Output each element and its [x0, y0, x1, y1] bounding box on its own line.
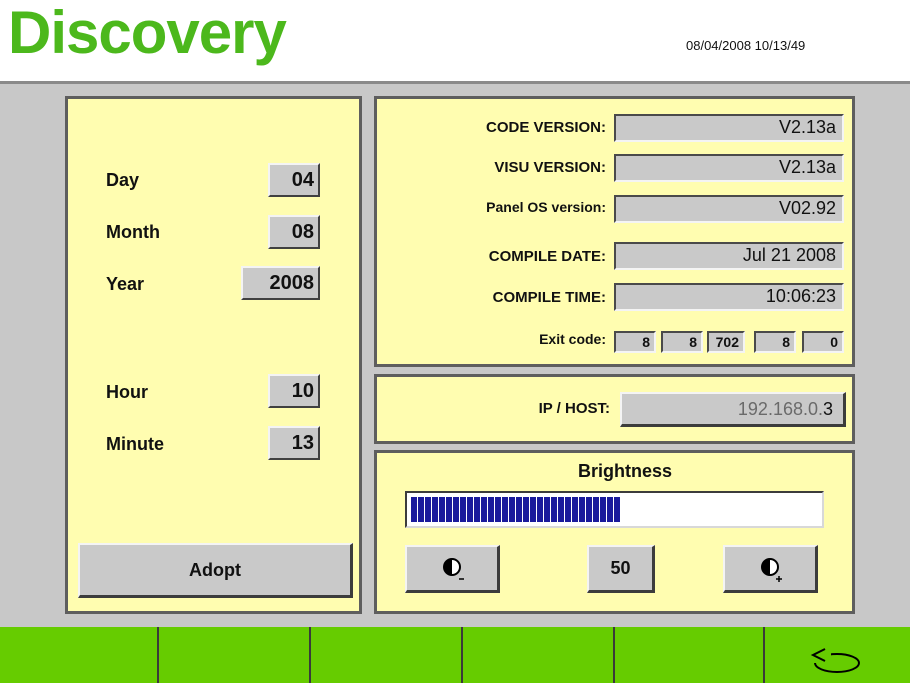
brightness-segment — [488, 497, 494, 522]
brightness-segment — [544, 497, 550, 522]
contrast-minus-icon — [443, 558, 464, 580]
month-field[interactable]: 08 — [268, 215, 320, 249]
exit-code-field: 8 — [661, 331, 703, 353]
brightness-segment — [558, 497, 564, 522]
hour-label: Hour — [106, 382, 148, 402]
brightness-segment — [586, 497, 592, 522]
code-version-field: V2.13a — [614, 114, 844, 142]
exit-code-label: Exit code: — [539, 331, 606, 347]
compile-date-label: COMPILE DATE: — [488, 248, 606, 265]
brightness-segment — [551, 497, 557, 522]
brightness-segment — [502, 497, 508, 522]
brightness-segment — [439, 497, 445, 522]
brightness-title: Brightness — [577, 461, 673, 481]
minute-label: Minute — [106, 434, 164, 454]
brightness-segment — [607, 497, 613, 522]
exit-code-field: 8 — [754, 331, 796, 353]
hour-field[interactable]: 10 — [268, 374, 320, 408]
brightness-bar-fill — [411, 497, 620, 522]
app-title: Discovery — [8, 0, 287, 66]
brightness-segment — [572, 497, 578, 522]
ip-host-label: IP / HOST: — [538, 400, 610, 417]
footer-button-2[interactable] — [159, 627, 311, 683]
day-field[interactable]: 04 — [268, 163, 320, 197]
brightness-bar — [405, 491, 824, 528]
brightness-segment — [460, 497, 466, 522]
brightness-segment — [530, 497, 536, 522]
contrast-plus-icon — [761, 558, 782, 582]
return-arrow-icon — [809, 648, 860, 673]
footer-button-3[interactable] — [311, 627, 463, 683]
brightness-segment — [509, 497, 515, 522]
brightness-segment — [565, 497, 571, 522]
year-label: Year — [106, 274, 145, 294]
brightness-segment — [593, 497, 599, 522]
month-label: Month — [106, 222, 160, 242]
brightness-segment — [600, 497, 606, 522]
brightness-segment — [481, 497, 487, 522]
brightness-segment — [418, 497, 424, 522]
minute-field[interactable]: 13 — [268, 426, 320, 460]
exit-code-field: 0 — [802, 331, 844, 353]
brightness-segment — [446, 497, 452, 522]
brightness-segment — [523, 497, 529, 522]
ip-host-field[interactable]: 192.168.0.3 — [620, 392, 846, 427]
compile-time-label: COMPILE TIME: — [492, 289, 606, 306]
compile-date-field: Jul 21 2008 — [614, 242, 844, 270]
year-field[interactable]: 2008 — [241, 266, 320, 300]
datetime-display: 08/04/2008 10/13/49 — [686, 38, 806, 53]
brightness-segment — [425, 497, 431, 522]
brightness-segment — [467, 497, 473, 522]
brightness-segment — [537, 497, 543, 522]
brightness-segment — [516, 497, 522, 522]
brightness-segment — [432, 497, 438, 522]
code-version-label: CODE VERSION: — [485, 119, 606, 136]
day-label: Day — [106, 170, 140, 190]
exit-code-field: 702 — [707, 331, 745, 353]
panel-os-field: V02.92 — [614, 195, 844, 223]
panel-os-label: Panel OS version: — [486, 199, 606, 215]
brightness-segment — [579, 497, 585, 522]
back-button[interactable] — [765, 627, 910, 683]
brightness-segment — [495, 497, 501, 522]
ip-host-value-prefix: 192.168.0. — [737, 399, 823, 419]
brightness-segment — [474, 497, 480, 522]
brightness-segment — [411, 497, 417, 522]
visu-version-field: V2.13a — [614, 154, 844, 182]
brightness-up-button[interactable] — [723, 545, 818, 593]
footer-button-5[interactable] — [615, 627, 765, 683]
brightness-segment — [453, 497, 459, 522]
ip-host-value-suffix: 3 — [822, 399, 833, 419]
visu-version-label: VISU VERSION: — [494, 159, 606, 176]
adopt-button[interactable]: Adopt — [78, 543, 353, 598]
footer-button-4[interactable] — [463, 627, 615, 683]
footer-button-1[interactable] — [0, 627, 159, 683]
compile-time-field: 10:06:23 — [614, 283, 844, 311]
exit-code-field: 8 — [614, 331, 656, 353]
brightness-down-button[interactable] — [405, 545, 500, 593]
brightness-value[interactable]: 50 — [587, 545, 655, 593]
brightness-segment — [614, 497, 620, 522]
